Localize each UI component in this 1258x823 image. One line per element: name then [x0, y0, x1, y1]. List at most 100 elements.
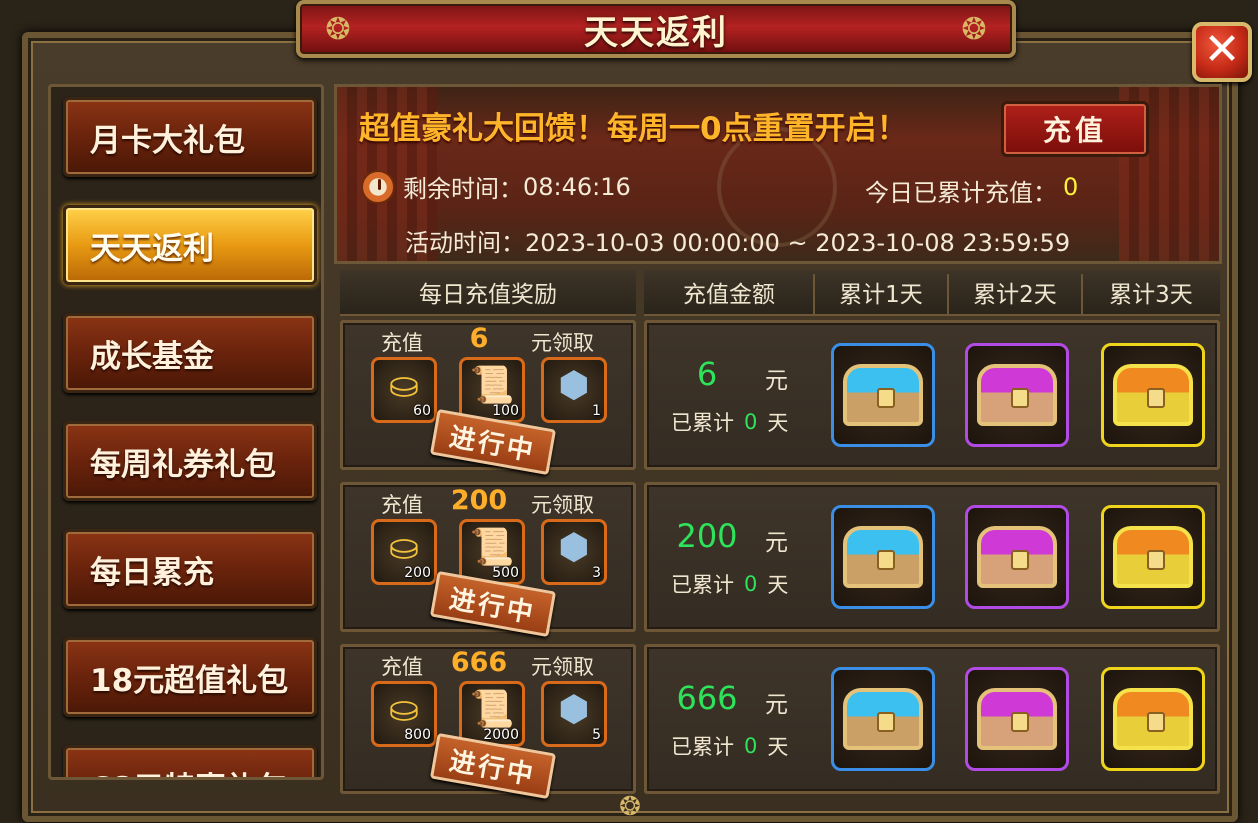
tier-amount: 6 — [696, 355, 718, 393]
reward-item[interactable]: ⬢ 1 — [541, 357, 607, 423]
accumulated-label: 已累计 — [671, 735, 734, 759]
tier-row: 666 元 已累计 0 天 — [644, 644, 1220, 794]
scroll-icon: 📜 — [469, 365, 515, 406]
recharge-amount: 666 — [450, 647, 508, 678]
claim-label: 元领取 — [531, 655, 594, 679]
promo-text: 超值豪礼大回馈！每周一0点重置开启！ — [359, 111, 908, 147]
sidebar-item-label: 每日累充 — [90, 554, 214, 591]
gold-chest-icon[interactable] — [1101, 667, 1205, 771]
sidebar-item-growth-fund[interactable]: 成长基金 — [63, 313, 317, 393]
reward-panel: 充值 6 元领取 ⛀ 60 📜 100 ⬢ 1 进行中 — [340, 320, 636, 476]
item-quantity: 5 — [592, 727, 601, 743]
accumulated-value: 0 — [744, 410, 758, 434]
today-label: 今日已累计充值： — [865, 179, 1057, 207]
claim-label: 元领取 — [531, 331, 594, 355]
accumulated-value: 0 — [744, 572, 758, 596]
sidebar-item-label: 天天返利 — [90, 230, 214, 267]
accumulated-days: 已累计 0 天 — [671, 407, 788, 437]
reward-item[interactable]: ⬢ 5 — [541, 681, 607, 747]
recharge-label: 充值 — [381, 331, 423, 355]
sidebar-item-label: 每周礼券礼包 — [90, 446, 276, 483]
reward-item[interactable]: 📜 2000 — [459, 681, 525, 747]
purple-chest-icon[interactable] — [965, 505, 1069, 609]
scroll-ornament-icon: ❂ — [325, 12, 351, 47]
gold-chest-icon[interactable] — [1101, 505, 1205, 609]
header-divider — [813, 274, 815, 314]
sidebar: 月卡大礼包 天天返利 成长基金 每周礼券礼包 每日累充 18元超值礼包 68元特… — [48, 84, 324, 780]
sidebar-item-68-yuan-pack[interactable]: 68元特惠礼包 — [63, 745, 317, 777]
activity-label: 活动时间： — [405, 229, 525, 257]
item-quantity: 200 — [404, 565, 431, 581]
scroll-ornament-icon: ❂ — [961, 12, 987, 47]
gold-ingot-icon: ⛀ — [388, 689, 420, 730]
title-bar: ❂ 天天返利 ❂ — [296, 0, 1016, 58]
gold-chest-icon[interactable] — [1101, 343, 1205, 447]
token-icon: ⬢ — [558, 689, 590, 730]
frame-ornament-icon: ❂ — [619, 792, 641, 822]
tier-row: 200 元 已累计 0 天 — [644, 482, 1220, 632]
item-quantity: 3 — [592, 565, 601, 581]
sidebar-item-label: 成长基金 — [90, 338, 214, 375]
remaining-label: 剩余时间： — [403, 175, 523, 203]
accumulated-days: 已累计 0 天 — [671, 731, 788, 761]
purple-chest-icon[interactable] — [965, 343, 1069, 447]
sidebar-item-label: 月卡大礼包 — [90, 122, 245, 159]
token-icon: ⬢ — [558, 365, 590, 406]
today-value: 0 — [1063, 173, 1079, 201]
header-amount: 充值金额 — [644, 270, 814, 316]
scroll-icon: 📜 — [469, 689, 515, 730]
item-quantity: 500 — [492, 565, 519, 581]
tier-row: 6 元 已累计 0 天 — [644, 320, 1220, 470]
sidebar-item-monthly-card[interactable]: 月卡大礼包 — [63, 97, 317, 177]
reward-item[interactable]: 📜 100 — [459, 357, 525, 423]
item-quantity: 1 — [592, 403, 601, 419]
sidebar-item-18-yuan-pack[interactable]: 18元超值礼包 — [63, 637, 317, 717]
tier-unit: 元 — [765, 368, 788, 394]
reward-item[interactable]: 📜 500 — [459, 519, 525, 585]
sidebar-item-daily-rebate[interactable]: 天天返利 — [63, 205, 317, 285]
in-progress-stamp: 进行中 — [429, 570, 557, 638]
header-day2: 累计2天 — [948, 270, 1082, 316]
accumulated-label: 已累计 — [671, 573, 734, 597]
accumulated-unit: 天 — [767, 411, 789, 435]
purple-chest-icon[interactable] — [965, 667, 1069, 771]
in-progress-stamp: 进行中 — [429, 408, 557, 476]
in-progress-stamp: 进行中 — [429, 732, 557, 800]
blue-chest-icon[interactable] — [831, 505, 935, 609]
close-button[interactable]: ✕ — [1192, 22, 1252, 82]
activity-time: 活动时间：2023-10-03 00:00:00 ~ 2023-10-08 23… — [405, 223, 1070, 258]
event-banner: 超值豪礼大回馈！每周一0点重置开启！ 充值 剩余时间： 08:46:16 今日已… — [334, 84, 1222, 264]
header-day3: 累计3天 — [1082, 270, 1220, 316]
item-quantity: 60 — [413, 403, 431, 419]
accumulated-label: 已累计 — [671, 411, 734, 435]
sidebar-item-daily-cumulative[interactable]: 每日累充 — [63, 529, 317, 609]
recharge-amount: 200 — [450, 485, 508, 516]
recharge-label: 充值 — [381, 493, 423, 517]
recharge-button[interactable]: 充值 — [1001, 101, 1149, 157]
reward-item[interactable]: ⛀ 200 — [371, 519, 437, 585]
item-quantity: 800 — [404, 727, 431, 743]
close-icon: ✕ — [1203, 24, 1241, 75]
reward-panel: 充值 200 元领取 ⛀ 200 📜 500 ⬢ 3 进行中 — [340, 482, 636, 638]
item-quantity: 100 — [492, 403, 519, 419]
blue-chest-icon[interactable] — [831, 343, 935, 447]
activity-value: 2023-10-03 00:00:00 ~ 2023-10-08 23:59:5… — [525, 229, 1071, 257]
reward-item[interactable]: ⬢ 3 — [541, 519, 607, 585]
reward-item[interactable]: ⛀ 800 — [371, 681, 437, 747]
token-icon: ⬢ — [558, 527, 590, 568]
recharge-label: 充值 — [381, 655, 423, 679]
header-divider — [1081, 274, 1083, 314]
tier-unit: 元 — [765, 530, 788, 556]
scroll-icon: 📜 — [469, 527, 515, 568]
reward-item[interactable]: ⛀ 60 — [371, 357, 437, 423]
header-day1: 累计1天 — [814, 270, 948, 316]
accumulated-value: 0 — [744, 734, 758, 758]
accumulated-unit: 天 — [767, 573, 789, 597]
sidebar-item-weekly-voucher[interactable]: 每周礼券礼包 — [63, 421, 317, 501]
item-quantity: 2000 — [483, 727, 519, 743]
clock-icon — [361, 169, 395, 204]
sidebar-item-label: 18元超值礼包 — [90, 662, 289, 699]
remaining-time: 剩余时间： 08:46:16 — [361, 169, 631, 204]
tier-amount: 666 — [676, 679, 738, 717]
blue-chest-icon[interactable] — [831, 667, 935, 771]
